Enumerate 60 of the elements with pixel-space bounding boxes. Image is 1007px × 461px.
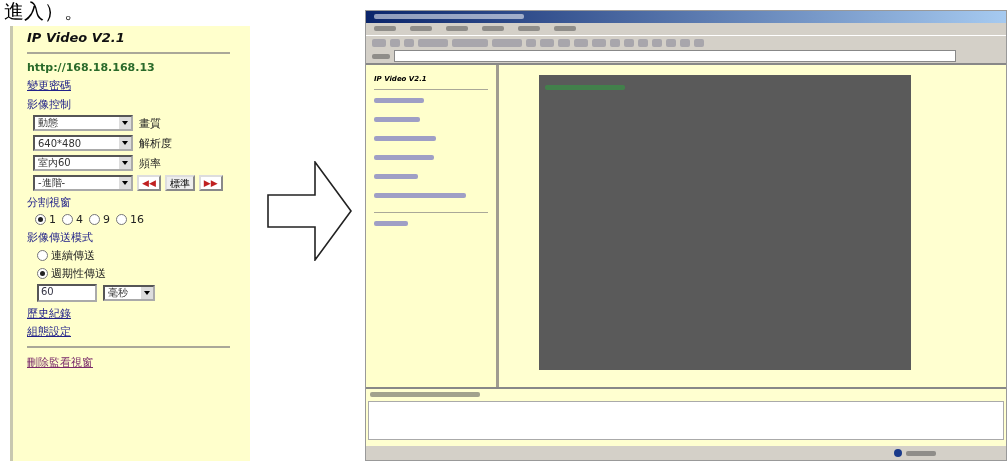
blurred-link[interactable] [374,174,418,180]
radio-button[interactable] [116,214,127,225]
blurred-menu-item[interactable] [482,26,504,32]
dropdown-label: 畫質 [139,115,161,131]
radio-label: 連續傳送 [51,248,95,263]
blurred-link[interactable] [374,155,434,161]
interval-field[interactable]: 60 [37,284,97,302]
control-button[interactable]: 標準 [164,175,195,191]
blurred-link[interactable] [374,98,424,104]
dropdown[interactable]: 室內60 [33,155,133,171]
right-arrow-icon [266,160,353,261]
toolbar-icon[interactable] [372,38,386,47]
delete-link[interactable]: 刪除監看視窗 [27,355,93,370]
dropdown[interactable]: 動態 [33,115,133,131]
dropdown-label: 解析度 [139,135,172,151]
blurred-menu-item[interactable] [410,26,432,32]
menu-link[interactable]: 組態設定 [27,324,71,339]
radio-button[interactable] [37,250,48,261]
radio-label: 16 [130,213,144,226]
control-button[interactable]: ◀◀ [137,175,161,191]
radio-label: 9 [103,213,110,226]
dropdown[interactable]: 640*480 [33,135,133,151]
dropdown-label: 頻率 [139,155,161,171]
toolbar-icon[interactable] [418,38,448,47]
blurred-menu-item[interactable] [374,26,396,32]
toolbar-icon[interactable] [492,38,522,47]
radio-label: 1 [49,213,56,226]
section-label: 影像控制 [27,97,72,112]
radio-label: 週期性傳送 [51,266,106,281]
blurred-link[interactable] [374,193,466,199]
blurred-link[interactable] [374,136,436,142]
toolbar-icon[interactable] [574,38,588,47]
toolbar-icon[interactable] [540,38,554,47]
globe-icon [894,449,902,458]
panel-title: IP Video V2.1 [27,30,126,45]
caption-text: 進入）。 [3,0,85,25]
toolbar-icon[interactable] [592,38,606,47]
toolbar-icon[interactable] [526,38,536,47]
control-button[interactable]: ▶▶ [198,175,223,191]
blurred-menu-item[interactable] [518,26,540,32]
blurred-status-text [906,450,936,456]
address-text: http://168.18.168.13 [27,61,156,74]
password-link[interactable]: 變更密碼 [27,78,71,93]
radio-button[interactable] [37,268,48,279]
radio-label: 4 [76,213,83,226]
blurred-menu-item[interactable] [446,26,468,32]
toolbar-icon[interactable] [558,38,570,47]
radio-button[interactable] [35,214,46,225]
blurred-label [372,54,390,59]
section-label: 影像傳送模式 [27,230,94,245]
blurred-link[interactable] [374,221,408,227]
radio-button[interactable] [62,214,73,225]
dropdown[interactable]: -進階- [33,175,133,191]
toolbar-icon[interactable] [452,38,488,47]
blurred-link[interactable] [374,117,420,123]
blurred-menu-item[interactable] [554,26,576,32]
radio-button[interactable] [89,214,100,225]
unit-dropdown[interactable]: 毫秒 [103,285,155,301]
section-label: 分割視窗 [27,195,72,210]
menu-link[interactable]: 歷史紀錄 [27,306,71,321]
